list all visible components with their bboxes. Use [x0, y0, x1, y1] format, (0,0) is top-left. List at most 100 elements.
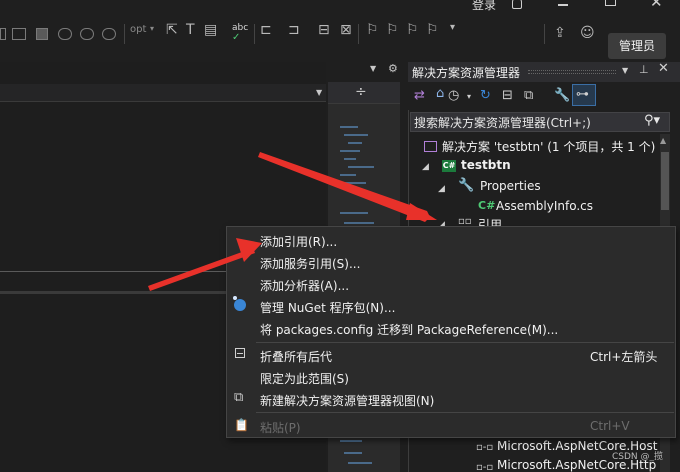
csharp-file-icon: C# [478, 199, 496, 212]
scroll-up-icon[interactable]: ▲ [660, 136, 666, 145]
minimap-line [344, 134, 368, 136]
minimap-line [348, 166, 374, 168]
text-format-icon[interactable]: T [186, 22, 195, 38]
menu-item-migrate-packages[interactable]: 将 packages.config 迁移到 PackageReference(M… [260, 321, 558, 338]
tree-item-project[interactable]: testbtn [461, 158, 511, 172]
menu-item-add-reference[interactable]: 添加引用(R)... [260, 233, 337, 250]
menu-separator [256, 342, 674, 343]
search-placeholder: 搜索解决方案资源管理器(Ctrl+;) [414, 116, 591, 130]
feedback-icon[interactable]: ☺ [580, 25, 595, 41]
share-icon[interactable]: ⇪ [554, 25, 566, 41]
bookmark-next-icon[interactable]: ⚐ [406, 22, 419, 38]
toolbar-overflow-icon[interactable]: ▾ [450, 22, 455, 33]
csharp-project-icon: C# [442, 160, 456, 172]
align-left-icon[interactable] [0, 28, 6, 40]
paste-icon: 📋 [234, 418, 249, 432]
minimize-icon[interactable] [558, 4, 568, 6]
minimap-line [348, 142, 362, 144]
bookmark-clear-icon[interactable]: ⚐ [426, 22, 439, 38]
pin-icon[interactable]: ⊥ [639, 63, 649, 76]
maximize-icon[interactable] [605, 0, 616, 6]
login-link[interactable]: 登录 [472, 0, 496, 13]
menu-item-add-service-reference[interactable]: 添加服务引用(S)... [260, 255, 360, 272]
minimap-line [348, 462, 372, 464]
minimap-line [340, 174, 356, 176]
show-all-files-icon[interactable]: ⧉ [524, 88, 533, 103]
shape-ellipse-icon[interactable] [102, 28, 116, 40]
refresh-icon[interactable]: ↻ [480, 88, 491, 103]
wrench-icon: 🔧 [458, 178, 475, 193]
minimap-line [340, 126, 358, 128]
watermark: CSDN @_揽 [612, 452, 664, 462]
align-icon[interactable]: ▤ [204, 22, 217, 38]
menu-item-add-analyzer[interactable]: 添加分析器(A)... [260, 277, 349, 294]
cursor-icon[interactable]: ⇱ [166, 22, 178, 38]
search-icon[interactable]: ⚲▾ [644, 113, 660, 128]
navigation-bar[interactable] [0, 84, 326, 102]
admin-button[interactable]: 管理员 [608, 33, 666, 59]
reference-icon: ▫-▫ [476, 462, 494, 472]
gear-icon[interactable]: ⚙ [388, 62, 398, 75]
nuget-icon-dot [233, 296, 237, 300]
new-view-icon: ⧉ [234, 390, 244, 405]
main-toolbar: opt ▾ ⇱ T ▤ abc ✓ ⊏ ⊐ ⊟ ⊠ ⚐ ⚐ ⚐ ⚐ ▾ ⇪ ☺ … [0, 14, 680, 59]
chevron-down-icon[interactable]: ▾ [150, 24, 154, 33]
close-icon[interactable]: ✕ [650, 0, 663, 11]
expand-icon[interactable]: ◢ [422, 162, 429, 172]
menu-separator [256, 412, 674, 413]
minimap-line [344, 182, 366, 184]
scrollbar-thumb[interactable] [661, 152, 669, 210]
bookmark-icon[interactable]: ⚐ [366, 22, 379, 38]
switch-views-icon[interactable]: ⇄ [414, 88, 425, 103]
account-icon[interactable] [512, 0, 522, 9]
tree-item-solution[interactable]: 解决方案 'testbtn' (1 个项目，共 1 个) [442, 138, 655, 155]
minimap-line [344, 158, 356, 160]
toolbar-separator [544, 24, 545, 44]
minimap-line [340, 440, 362, 442]
shape-ellipse-icon[interactable] [58, 28, 72, 40]
menu-item-collapse-all[interactable]: 折叠所有后代 [260, 348, 332, 365]
title-bar [0, 0, 680, 14]
minimap-line [344, 452, 362, 454]
uncomment-icon[interactable]: ⊠ [340, 22, 352, 38]
pending-changes-icon[interactable]: ◷ [448, 88, 459, 103]
panel-title: 解决方案资源管理器 [412, 66, 521, 80]
chevron-down-icon[interactable]: ▼ [622, 66, 628, 75]
shape-filled-rect-icon[interactable] [36, 28, 48, 40]
reference-icon: ▫-▫ [476, 442, 494, 453]
minimap-line [344, 222, 374, 224]
chevron-down-icon[interactable]: ▾ [467, 92, 471, 101]
collapse-all-icon[interactable]: ⊟ [502, 88, 513, 103]
minimap-line [348, 190, 358, 192]
tree-item-assemblyinfo[interactable]: AssemblyInfo.cs [496, 199, 593, 213]
indent-icon[interactable]: ⊏ [260, 22, 272, 38]
spellcheck-icon[interactable]: ✓ [232, 32, 240, 43]
preview-icon: ⊶ [576, 87, 589, 102]
close-icon[interactable]: ✕ [658, 61, 669, 76]
home-icon[interactable]: ⌂ [436, 86, 444, 101]
opt-label[interactable]: opt [130, 24, 146, 35]
nuget-icon [234, 299, 246, 311]
chevron-down-icon[interactable]: ▼ [370, 64, 376, 73]
split-icon[interactable]: ÷ [355, 84, 367, 100]
solution-icon [424, 141, 437, 152]
menu-item-paste[interactable]: 粘贴(P) [260, 419, 301, 436]
menu-item-new-explorer-view[interactable]: 新建解决方案资源管理器视图(N) [260, 392, 434, 409]
minimap-line [340, 150, 360, 152]
collapse-icon-dash [237, 353, 243, 354]
expand-icon[interactable]: ◢ [438, 184, 445, 194]
menu-item-scope-to-this[interactable]: 限定为此范围(S) [260, 370, 349, 387]
menu-shortcut: Ctrl+左箭头 [590, 350, 658, 364]
toolbar-separator [124, 24, 125, 44]
tree-item-properties[interactable]: Properties [480, 179, 541, 193]
shape-rect-icon[interactable] [12, 28, 26, 40]
shape-ellipse-icon[interactable] [80, 28, 94, 40]
toolbar-separator [254, 24, 255, 44]
comment-icon[interactable]: ⊟ [318, 22, 330, 38]
outdent-icon[interactable]: ⊐ [288, 22, 300, 38]
bookmark-prev-icon[interactable]: ⚐ [386, 22, 399, 38]
menu-item-manage-nuget[interactable]: 管理 NuGet 程序包(N)... [260, 299, 395, 316]
properties-icon[interactable]: 🔧 [554, 88, 570, 103]
chevron-down-icon[interactable]: ▼ [316, 88, 322, 97]
drag-handle[interactable] [528, 70, 616, 74]
